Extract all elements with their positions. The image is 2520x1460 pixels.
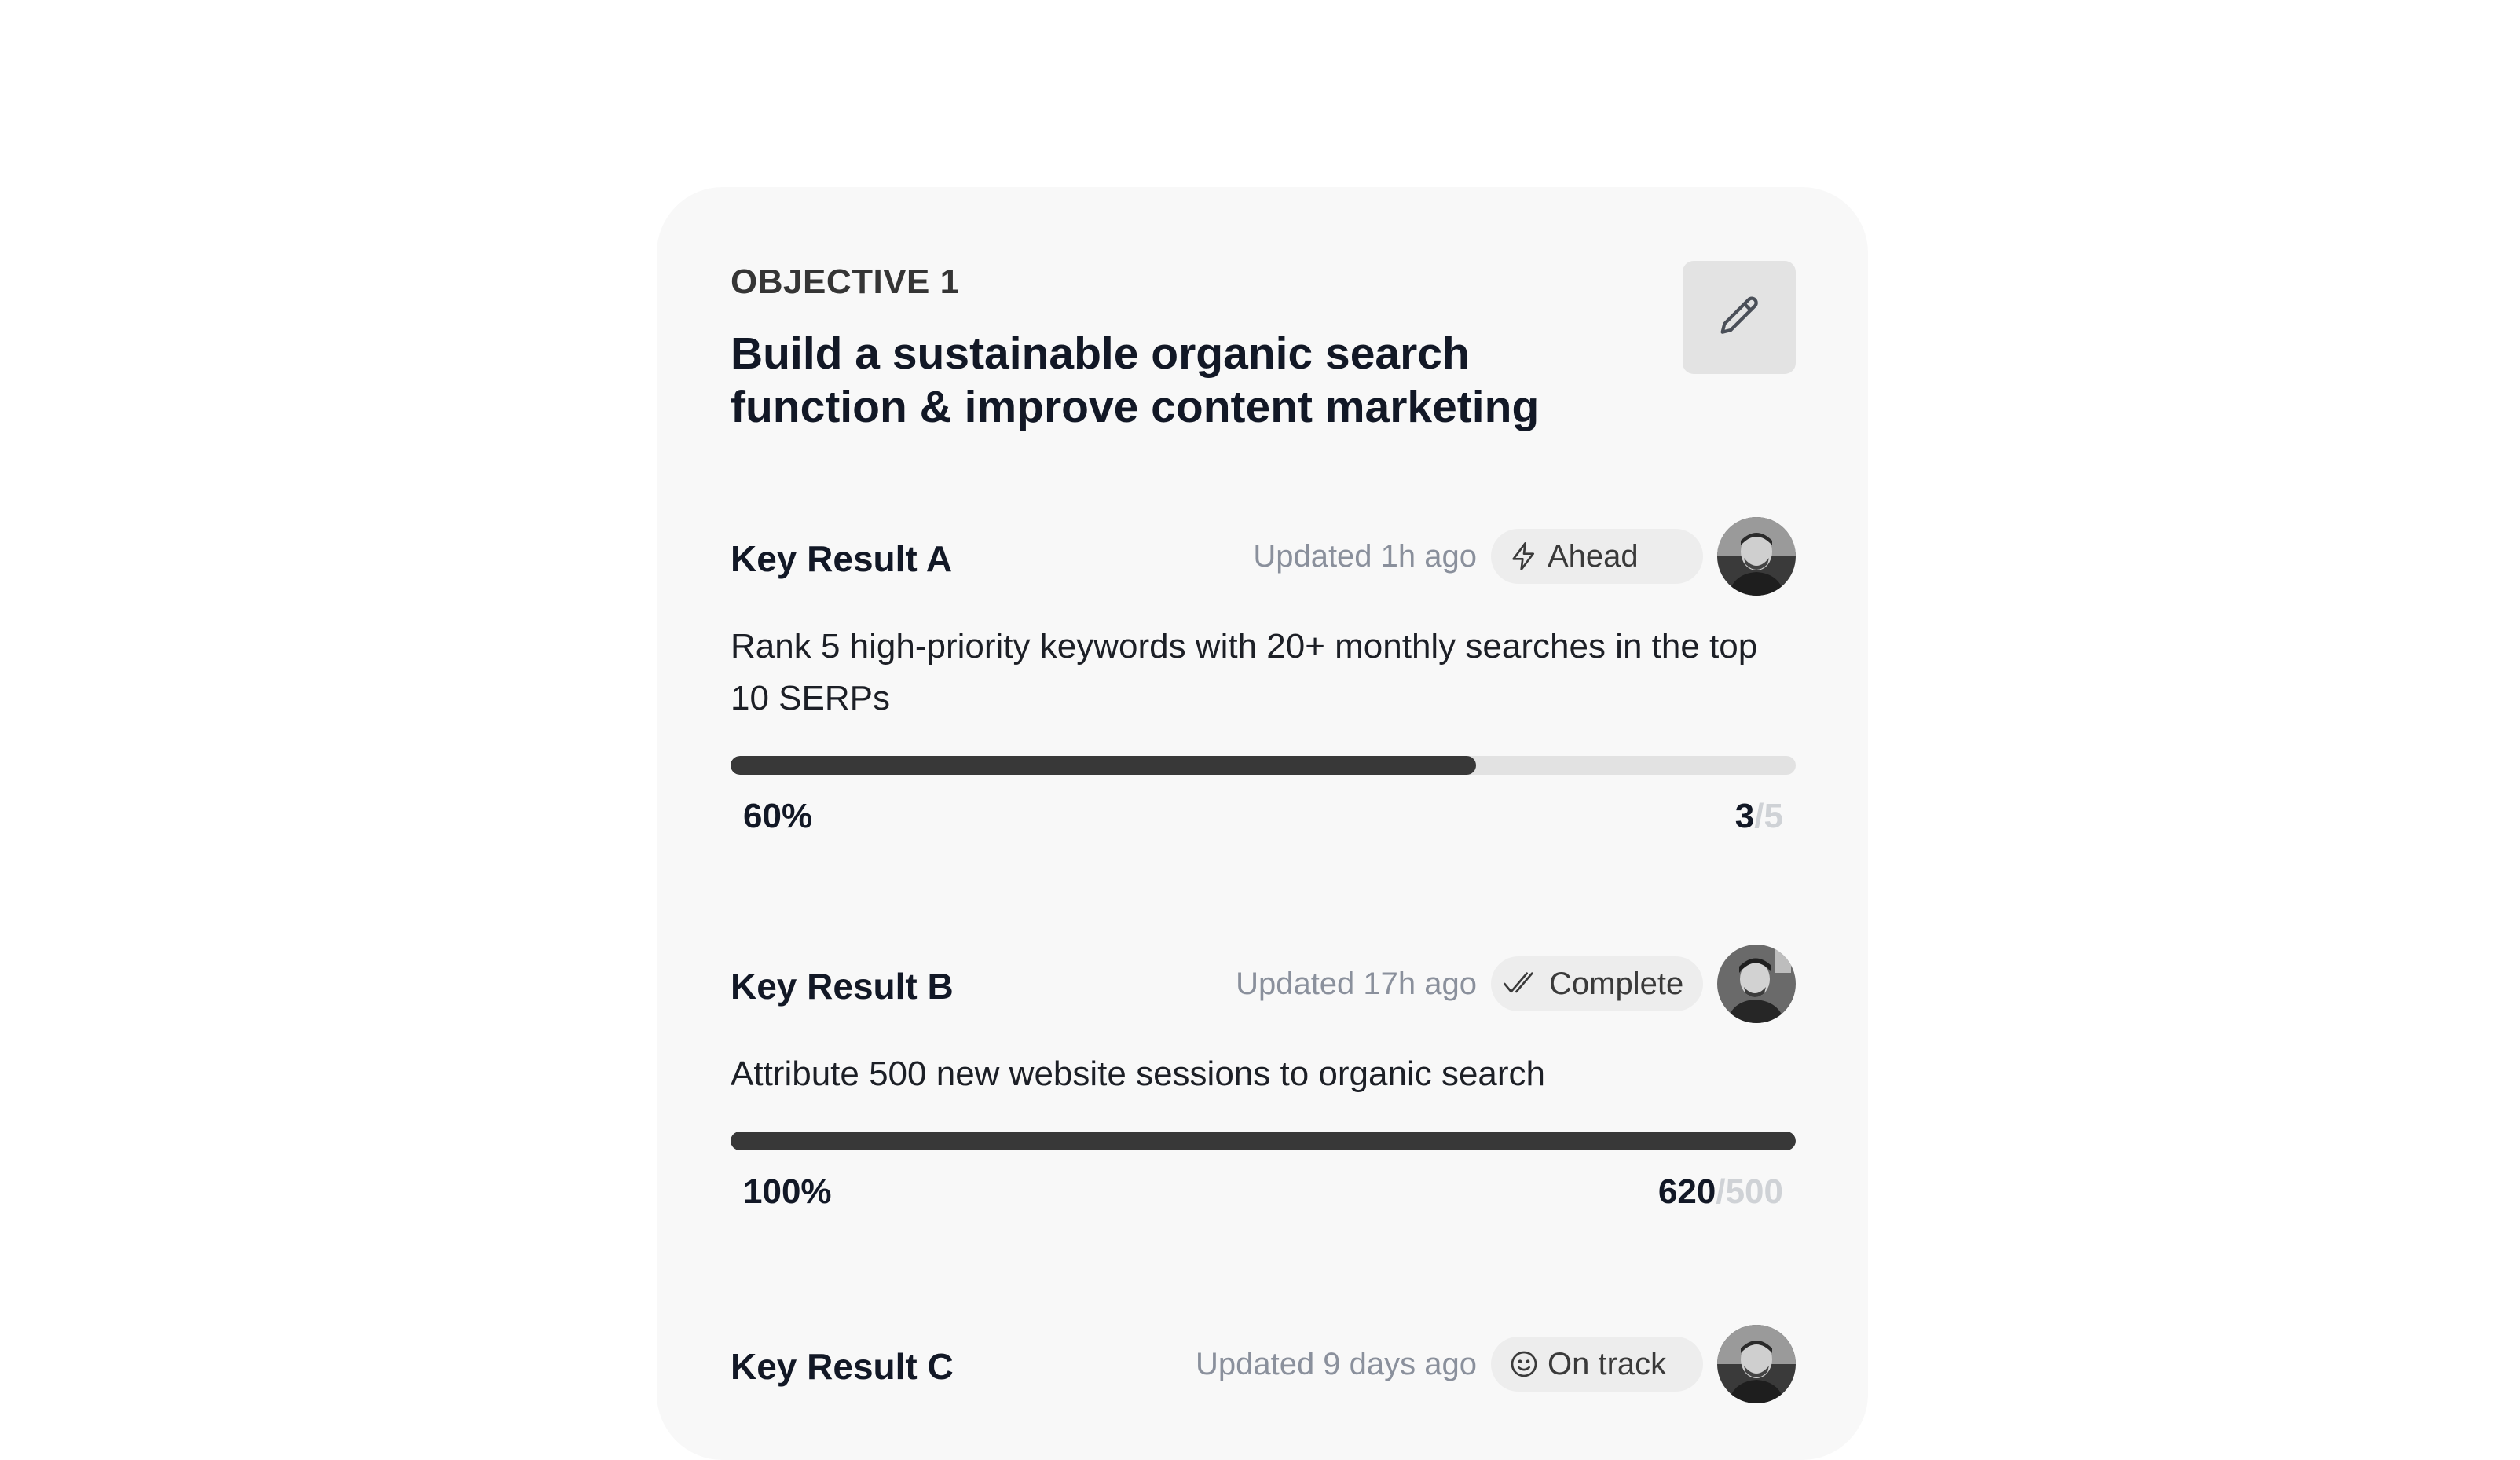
key-result-title: Key Result A	[731, 538, 953, 579]
progress-percent: 100%	[743, 1172, 832, 1211]
key-result-title: Key Result B	[731, 966, 954, 1007]
status-label: Ahead	[1548, 538, 1639, 574]
status-badge[interactable]: Ahead	[1491, 529, 1703, 584]
objective-card: OBJECTIVE 1 Build a sustainable organic …	[657, 187, 1868, 1460]
pencil-icon	[1720, 296, 1758, 334]
avatar-image	[1717, 945, 1796, 1023]
objective-label: OBJECTIVE 1	[731, 262, 960, 301]
progress-fill	[731, 756, 1477, 775]
progress-target: 5	[1764, 797, 1783, 835]
status-label: Complete	[1549, 966, 1684, 1001]
progress-bar	[731, 756, 1796, 775]
smiley-icon	[1511, 1351, 1537, 1377]
progress-count: 3/5	[1735, 797, 1783, 836]
progress-current: 620	[1657, 1172, 1716, 1211]
progress-separator: /	[1716, 1172, 1726, 1211]
updated-timestamp: Updated 17h ago	[1236, 966, 1477, 1001]
progress-count: 620/500	[1658, 1172, 1783, 1212]
avatar[interactable]	[1717, 945, 1796, 1023]
key-result-description: Rank 5 high-priority keywords with 20+ m…	[731, 627, 1758, 717]
key-result-b: Key Result B Updated 17h ago Complete At…	[731, 945, 1796, 1223]
progress-current: 3	[1734, 797, 1755, 835]
progress-percent: 60%	[743, 797, 813, 835]
lightning-icon	[1512, 542, 1534, 570]
updated-timestamp: Updated 1h ago	[1253, 538, 1477, 574]
status-badge[interactable]: Complete	[1491, 956, 1703, 1011]
objective-title: Build a sustainable organic search funct…	[731, 328, 1540, 432]
key-result-description: Attribute 500 new website sessions to or…	[731, 1055, 1546, 1093]
edit-button[interactable]	[1683, 261, 1796, 374]
avatar-image	[1717, 517, 1796, 596]
status-badge[interactable]: On track	[1491, 1337, 1703, 1392]
double-check-icon	[1504, 972, 1533, 993]
progress-fill	[731, 1132, 1796, 1150]
avatar-image	[1717, 1325, 1796, 1403]
key-result-a: Key Result A Updated 1h ago Ahead Rank 5…	[731, 517, 1796, 847]
avatar[interactable]	[1717, 517, 1796, 596]
status-label: On track	[1548, 1346, 1667, 1381]
progress-bar	[731, 1132, 1796, 1150]
key-result-title: Key Result C	[731, 1346, 954, 1387]
avatar[interactable]	[1717, 1325, 1796, 1403]
progress-target: 500	[1725, 1172, 1783, 1211]
updated-timestamp: Updated 9 days ago	[1195, 1346, 1477, 1381]
key-result-c: Key Result C Updated 9 days ago On track	[731, 1325, 1796, 1403]
progress-separator: /	[1754, 797, 1764, 835]
